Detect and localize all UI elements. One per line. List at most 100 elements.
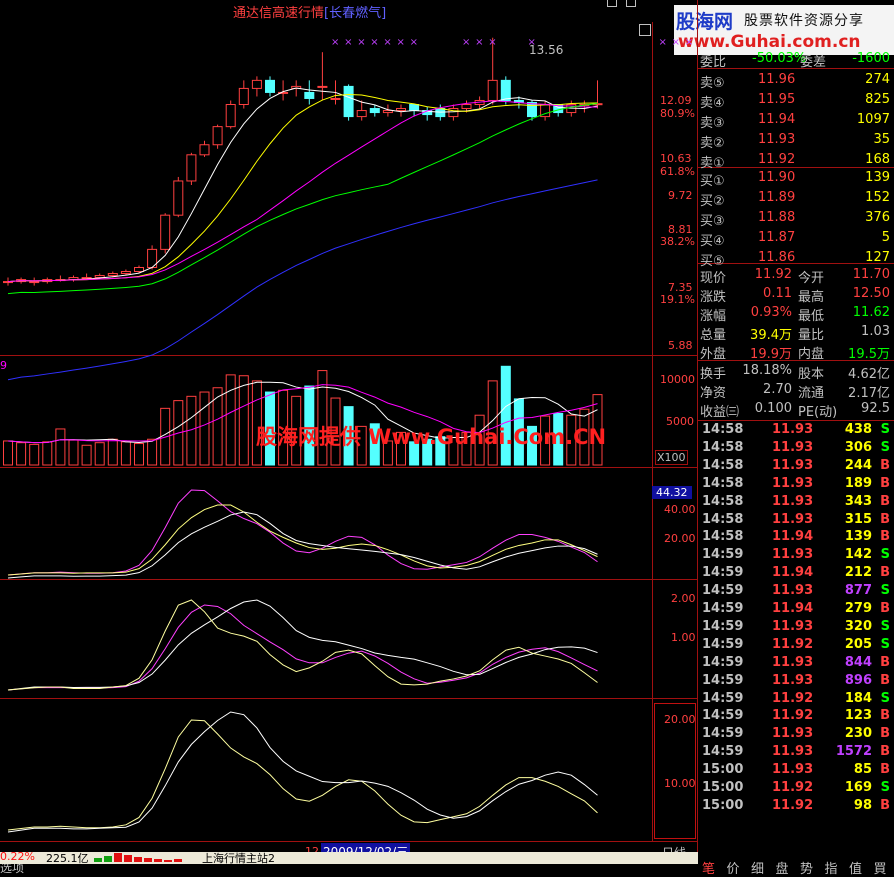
right-tab-5[interactable]: 指 (825, 858, 838, 877)
candle-up (29, 281, 40, 284)
bid-volume: 376 (865, 210, 890, 225)
tick-row[interactable]: 14:58 11.93 189 B (700, 476, 894, 494)
tick-row[interactable]: 14:59 11.93 320 S (700, 619, 894, 637)
right-tab-6[interactable]: 值 (849, 858, 862, 877)
marker-x: × (370, 37, 378, 48)
marker-x: × (357, 37, 365, 48)
ask-row[interactable]: 卖③ 11.94 1097 (700, 111, 894, 131)
tick-row[interactable]: 14:59 11.94 279 B (700, 601, 894, 619)
tick-row[interactable]: 14:59 11.93 896 B (700, 673, 894, 691)
tick-row[interactable]: 14:59 11.93 230 B (700, 726, 894, 744)
tick-row[interactable]: 14:58 11.93 438 S (700, 422, 894, 440)
right-tab-2[interactable]: 细 (751, 858, 764, 877)
candle-down (343, 85, 354, 118)
volume-bar (134, 443, 144, 466)
tick-row[interactable]: 14:59 11.93 844 B (700, 655, 894, 673)
bid-row[interactable]: 买④ 11.87 5 (700, 229, 894, 249)
price-axis-label: 80.9% (660, 107, 695, 120)
tick-row[interactable]: 15:00 11.92 169 S (700, 780, 894, 798)
volume-bar (55, 428, 66, 466)
marker-x: × (344, 37, 352, 48)
tick-time: 14:59 (702, 744, 744, 760)
ask-price: 11.95 (758, 92, 796, 107)
ask-volume: 825 (865, 92, 890, 107)
right-tab-0[interactable]: 笔 (702, 858, 715, 877)
ask-row[interactable]: 卖① 11.92 168 (700, 151, 894, 171)
stat-row: 换手 18.18% 股本 4.62亿 (700, 362, 894, 382)
ind2-line-c (7, 599, 598, 691)
tick-row[interactable]: 14:58 11.93 244 B (700, 458, 894, 476)
tick-time: 14:59 (702, 654, 744, 670)
tick-side: B (880, 601, 890, 616)
tick-time: 14:59 (702, 583, 744, 599)
watermark-middle: 股海网提供 Www.Guhai.Com.CN (256, 425, 607, 449)
right-tab-4[interactable]: 势 (800, 858, 813, 877)
indicator-axis-label: 20.00 (664, 713, 696, 726)
stat-value: 92.5 (861, 401, 890, 416)
bid-label: 买③ (700, 214, 725, 229)
tick-row[interactable]: 14:58 11.93 306 S (700, 440, 894, 458)
candle-up (199, 144, 210, 156)
candle-down (304, 91, 315, 99)
marker-x: × (383, 37, 391, 48)
tick-row[interactable]: 14:59 11.92 123 B (700, 708, 894, 726)
tick-side: B (880, 475, 890, 491)
tick-volume: 98 (853, 797, 872, 813)
status-server[interactable]: 上海行情主站2 (202, 852, 275, 864)
tick-row[interactable]: 14:59 11.93 877 S (700, 583, 894, 601)
ind1-line-b (7, 504, 598, 576)
volume-bar (81, 444, 92, 466)
tick-row[interactable]: 14:58 11.94 139 B (700, 529, 894, 547)
bid-volume: 127 (865, 250, 890, 265)
bid-volume: 152 (865, 190, 890, 205)
tick-row[interactable]: 14:59 11.93 1572 B (700, 744, 894, 762)
price-axis-label: 5.88 (668, 339, 693, 352)
tick-row[interactable]: 14:58 11.93 315 B (700, 512, 894, 530)
tick-volume: 244 (844, 457, 872, 473)
right-tab-3[interactable]: 盘 (776, 858, 789, 877)
tick-row[interactable]: 14:58 11.93 343 B (700, 494, 894, 512)
tick-side: S (880, 422, 890, 437)
tick-time: 14:58 (702, 511, 744, 527)
tick-row[interactable]: 14:59 11.92 184 S (700, 691, 894, 709)
stat-row: 涨幅 0.93% 最低 11.62 (700, 304, 894, 324)
right-tab-7[interactable]: 買 (874, 858, 887, 877)
tick-row[interactable]: 14:59 11.94 212 B (700, 565, 894, 583)
tick-volume: 142 (844, 547, 872, 563)
bid-row[interactable]: 买③ 11.88 376 (700, 209, 894, 229)
ask-row[interactable]: 卖② 11.93 35 (700, 131, 894, 151)
bid-row[interactable]: 买① 11.90 139 (700, 169, 894, 189)
indicator-axis-label: 2.00 (671, 592, 696, 605)
ind1-line-a (7, 489, 598, 576)
bid-row[interactable]: 买② 11.89 152 (700, 189, 894, 209)
tick-volume: 184 (844, 690, 872, 706)
tick-row[interactable]: 14:59 11.92 205 S (700, 637, 894, 655)
ask-row[interactable]: 卖④ 11.95 825 (700, 91, 894, 111)
weicha-value: -1600 (852, 51, 890, 66)
candle-up (487, 79, 498, 101)
ask-label: 卖④ (700, 96, 725, 111)
indicator-axis-label: 40.00 (664, 503, 696, 516)
tick-row[interactable]: 15:00 11.93 85 B (700, 762, 894, 780)
stat-label: 总量 (700, 328, 727, 343)
tick-row[interactable]: 15:00 11.92 98 B (700, 798, 894, 816)
stat-row: 现价 11.92 今开 11.70 (700, 266, 894, 286)
tick-price: 11.93 (772, 672, 814, 688)
tick-volume: 1572 (835, 744, 872, 760)
tick-time: 14:59 (702, 565, 744, 581)
tick-side: B (880, 797, 890, 813)
stat-label: 外盘 (700, 347, 727, 362)
stat-label: 今开 (798, 271, 825, 286)
ask-row[interactable]: 卖⑤ 11.96 274 (700, 71, 894, 91)
stat-value: 11.62 (852, 305, 890, 320)
ask-volume: 168 (865, 152, 890, 167)
bid-volume: 139 (865, 170, 890, 185)
ask-label: 卖③ (700, 116, 725, 131)
stat-label: 净资 (700, 386, 727, 401)
right-tab-1[interactable]: 价 (727, 858, 740, 877)
price-axis-label: 61.8% (660, 165, 695, 178)
tick-row[interactable]: 14:59 11.93 142 S (700, 547, 894, 565)
stat-value: 2.70 (763, 382, 792, 397)
bid-label: 买① (700, 174, 725, 189)
ind3-line-a (7, 719, 598, 831)
